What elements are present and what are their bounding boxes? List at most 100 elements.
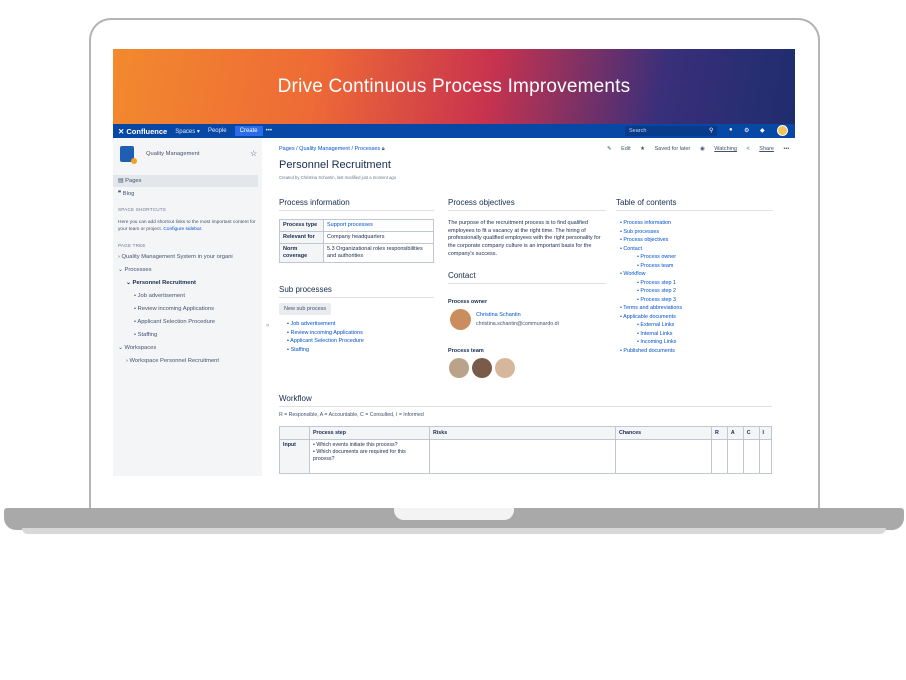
tree-item-label: Job advertisement: [137, 293, 186, 299]
column-header: R: [711, 426, 728, 440]
tree-item-label: Workspaces: [124, 345, 157, 351]
table-key: Relevant for: [279, 231, 324, 244]
people-link[interactable]: People: [208, 128, 227, 134]
toc-item[interactable]: Sub processes: [616, 228, 682, 237]
table-value-link[interactable]: Support processes: [323, 219, 434, 232]
space-header[interactable]: Quality Management: [120, 146, 200, 164]
list-item[interactable]: Review incoming Applications: [287, 329, 364, 338]
column-header: A: [726, 426, 744, 440]
tree-item[interactable]: • Job advertisement: [134, 293, 185, 299]
table-key: Norm coverage: [279, 243, 324, 263]
share-button[interactable]: < Share: [747, 146, 774, 152]
team-avatar[interactable]: [472, 358, 492, 378]
tree-item-label: Applicant Selection Procedure: [137, 319, 215, 325]
sidebar-item-label: Blog: [122, 191, 135, 197]
toc-item[interactable]: Workflow: [616, 270, 682, 279]
owner-email: christina.schantin@communardo.di: [476, 321, 559, 327]
sidebar: Quality Management ☆ ▤ Pages ❞ Blog SPAC…: [113, 138, 262, 476]
chances-cell: [615, 439, 712, 474]
star-icon[interactable]: ☆: [250, 149, 257, 158]
table-row: Process type Support processes: [279, 219, 434, 232]
toc-item[interactable]: Published documents: [616, 347, 682, 356]
sidebar-item-blog[interactable]: ❞ Blog: [113, 188, 258, 200]
laptop-notch: [394, 508, 514, 520]
column-header: C: [742, 426, 760, 440]
list-item[interactable]: Job advertisement: [287, 320, 364, 329]
space-name: Quality Management: [146, 151, 200, 157]
search-input[interactable]: Search: [625, 126, 717, 136]
more-actions-button[interactable]: •••: [784, 146, 790, 152]
list-item[interactable]: Applicant Selection Procedure: [287, 337, 364, 346]
save-for-later-button[interactable]: ★ Saved for later: [640, 146, 690, 152]
risks-cell: [429, 439, 616, 474]
edit-button[interactable]: ✎ Edit: [607, 146, 631, 152]
gear-icon[interactable]: ⚙: [744, 127, 749, 134]
process-owner-label: Process owner: [448, 299, 488, 305]
toc-heading: Table of contents: [616, 198, 773, 211]
logo-text: Confluence: [126, 126, 168, 136]
toc-item[interactable]: Process step 1: [616, 279, 682, 288]
toc-item[interactable]: Process team: [616, 262, 682, 271]
table-key: Process type: [279, 219, 324, 232]
toc-item[interactable]: Process objectives: [616, 236, 682, 245]
raci-legend: R = Responsible, A = Accountable, C = Co…: [279, 412, 424, 418]
configure-sidebar-link[interactable]: Configure sidebar.: [163, 227, 202, 232]
toc-item[interactable]: Incoming Links: [616, 338, 682, 347]
quote-icon: ❞: [118, 191, 122, 197]
user-avatar[interactable]: [777, 125, 788, 136]
tree-item[interactable]: › Workspace Personnel Recruitment: [126, 358, 219, 364]
laptop-base-shadow: [22, 528, 886, 534]
owner-avatar[interactable]: [450, 309, 471, 330]
watching-label: Watching: [714, 146, 737, 152]
toc-item[interactable]: Terms and abbreviations: [616, 304, 682, 313]
sub-process-list: Job advertisement Review incoming Applic…: [287, 320, 364, 354]
tree-item[interactable]: ⌄ Workspaces: [118, 345, 156, 351]
toc-item[interactable]: Applicable documents: [616, 313, 682, 322]
tree-item[interactable]: • Applicant Selection Procedure: [134, 319, 215, 325]
new-sub-process-button[interactable]: New sub process: [279, 303, 332, 315]
process-team-label: Process team: [448, 348, 484, 354]
list-item[interactable]: Staffing: [287, 346, 364, 355]
toc-item[interactable]: Process information: [616, 219, 682, 228]
tree-item[interactable]: ⌄ Processes: [118, 267, 152, 273]
page-actions: ✎ Edit ★ Saved for later ◉ Watching < Sh…: [599, 146, 789, 152]
collapse-sidebar-handle[interactable]: «: [266, 323, 269, 329]
share-label: Share: [759, 146, 774, 152]
toc-item[interactable]: External Links: [616, 321, 682, 330]
restriction-icon[interactable]: 🔒︎: [382, 146, 385, 152]
search-icon[interactable]: ⚲: [709, 127, 713, 134]
team-avatar[interactable]: [449, 358, 469, 378]
table-row: Norm coverage 5.3 Organizational roles re…: [279, 243, 434, 263]
workflow-heading: Workflow: [279, 394, 772, 407]
spaces-menu[interactable]: Spaces ▾: [175, 128, 200, 135]
process-step-cell: • Which events initiate this process? • …: [309, 439, 430, 474]
breadcrumb-links[interactable]: Pages / Quality Management / Processes: [279, 146, 380, 152]
raci-cell: [726, 439, 744, 474]
tree-item[interactable]: • Staffing: [134, 332, 157, 338]
toc-item[interactable]: Internal Links: [616, 330, 682, 339]
process-info-heading: Process information: [279, 198, 434, 211]
team-avatar[interactable]: [495, 358, 515, 378]
tree-item[interactable]: ⌄ Personnel Recruitment: [126, 280, 196, 286]
toc-item[interactable]: Process step 2: [616, 287, 682, 296]
watching-button[interactable]: ◉ Watching: [700, 146, 737, 152]
more-menu[interactable]: •••: [266, 128, 272, 134]
objectives-text: The purpose of the recruitment process i…: [448, 220, 601, 257]
tree-item[interactable]: › Quality Management System in your orga…: [118, 254, 233, 260]
toc-item[interactable]: Process owner: [616, 253, 682, 262]
tree-item-label: Review incoming Applications: [137, 306, 215, 312]
page-tree-heading: PAGE TREE: [118, 243, 146, 248]
tree-item[interactable]: • Review incoming Applications: [134, 306, 214, 312]
help-icon[interactable]: ●: [729, 127, 733, 133]
page-title: Personnel Recruitment: [279, 159, 391, 171]
owner-name-link[interactable]: Christina Schantin: [476, 312, 521, 318]
confluence-logo[interactable]: ✕ Confluence: [118, 127, 167, 136]
column-header: I: [758, 426, 773, 440]
sidebar-item-pages[interactable]: ▤ Pages: [113, 175, 258, 187]
toc-item[interactable]: Process step 3: [616, 296, 682, 305]
workflow-table: Process step Risks Chances R A C I Input…: [279, 426, 773, 474]
column-header: Chances: [615, 426, 712, 440]
create-button[interactable]: Create: [234, 126, 263, 136]
toc-item[interactable]: Contact: [616, 245, 682, 254]
notification-icon[interactable]: ◆: [760, 127, 765, 134]
